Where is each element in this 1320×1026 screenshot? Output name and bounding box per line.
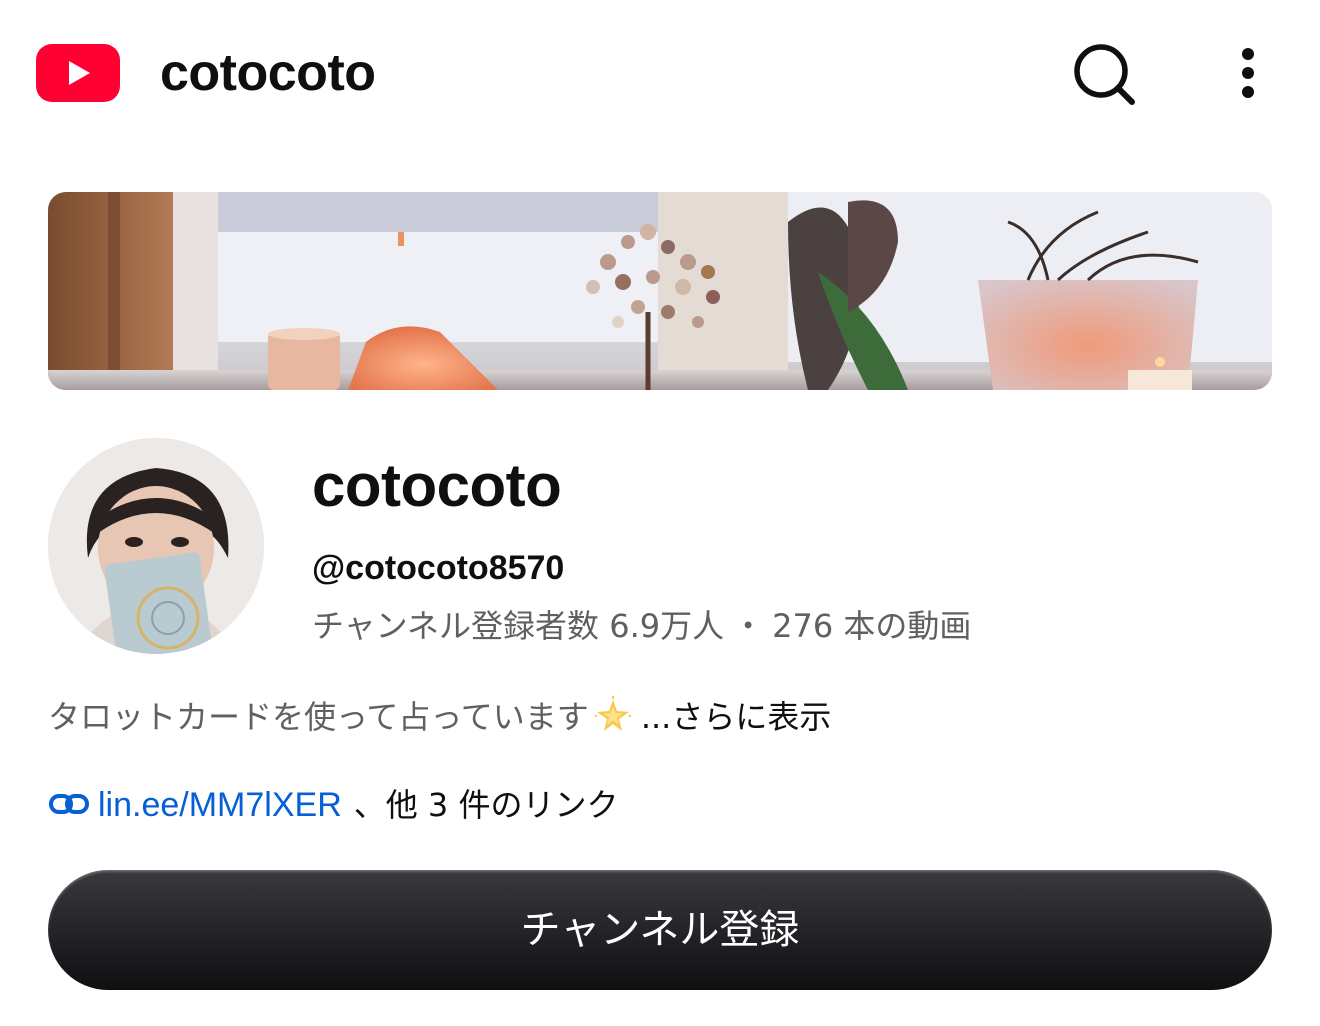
stats-separator: ・ xyxy=(732,607,765,645)
search-button[interactable] xyxy=(1068,38,1140,110)
subscribe-button[interactable]: チャンネル登録 xyxy=(48,870,1272,990)
channel-name: cotocoto xyxy=(312,452,562,519)
channel-avatar[interactable] xyxy=(48,438,264,654)
top-app-bar: cotocoto xyxy=(0,0,1320,146)
subscriber-count: チャンネル登録者数 6.9万人 xyxy=(312,607,725,645)
youtube-logo-icon[interactable] xyxy=(36,44,120,102)
search-icon xyxy=(1074,44,1135,105)
channel-description[interactable]: タロットカードを使って占っています ...さらに表示 xyxy=(48,694,831,740)
channel-banner xyxy=(48,192,1272,390)
more-options-button[interactable] xyxy=(1212,38,1284,110)
description-text: タロットカードを使って占っています xyxy=(48,698,589,736)
external-link[interactable]: lin.ee/MM7lXER xyxy=(98,786,342,824)
app-bar-title: cotocoto xyxy=(160,44,376,102)
channel-page: cotocoto cotocoto @cotocoto8570 チャンネル登録者… xyxy=(0,0,1320,1026)
more-vertical-icon xyxy=(1242,48,1254,98)
channel-links: lin.ee/MM7lXER 、他 3 件のリンク xyxy=(48,782,618,828)
video-count: 276 本の動画 xyxy=(772,607,972,645)
glowing-star-icon xyxy=(593,696,633,736)
link-icon xyxy=(48,783,90,825)
show-more-link[interactable]: ...さらに表示 xyxy=(641,698,832,736)
more-links-label[interactable]: 、他 3 件のリンク xyxy=(354,786,619,824)
channel-handle: @cotocoto8570 xyxy=(312,549,565,587)
channel-stats: チャンネル登録者数 6.9万人・ 276 本の動画 xyxy=(312,604,971,648)
